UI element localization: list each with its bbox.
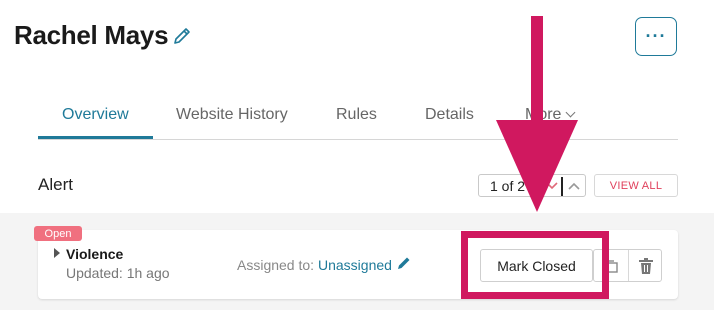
alert-updated-time: Updated: 1h ago bbox=[66, 265, 170, 281]
assignee-link[interactable]: Unassigned bbox=[318, 257, 392, 273]
annotation-arrow bbox=[496, 16, 578, 212]
view-all-button[interactable]: VIEW ALL bbox=[594, 174, 678, 197]
edit-assignee-pencil-icon[interactable] bbox=[396, 255, 412, 271]
section-title: Alert bbox=[38, 175, 73, 194]
active-tab-indicator bbox=[38, 136, 153, 139]
tab-details[interactable]: Details bbox=[425, 106, 474, 124]
tab-bar: Overview Website History Rules Details M… bbox=[38, 96, 678, 140]
tab-website-history[interactable]: Website History bbox=[176, 106, 288, 124]
assigned-label: Assigned to: bbox=[237, 257, 315, 273]
annotation-highlight-box bbox=[461, 231, 609, 299]
alert-name: Violence bbox=[66, 246, 124, 262]
tab-rules[interactable]: Rules bbox=[336, 106, 377, 124]
caret-right-icon[interactable] bbox=[54, 248, 60, 258]
edit-name-pencil-icon[interactable] bbox=[172, 26, 192, 46]
group-divider bbox=[628, 250, 629, 281]
more-dots-icon: ··· bbox=[645, 26, 667, 46]
tab-overview[interactable]: Overview bbox=[62, 106, 129, 124]
status-badge: Open bbox=[34, 226, 82, 241]
profile-name: Rachel Mays bbox=[14, 20, 169, 50]
more-actions-button[interactable]: ··· bbox=[635, 17, 677, 56]
trash-icon[interactable] bbox=[638, 257, 654, 275]
